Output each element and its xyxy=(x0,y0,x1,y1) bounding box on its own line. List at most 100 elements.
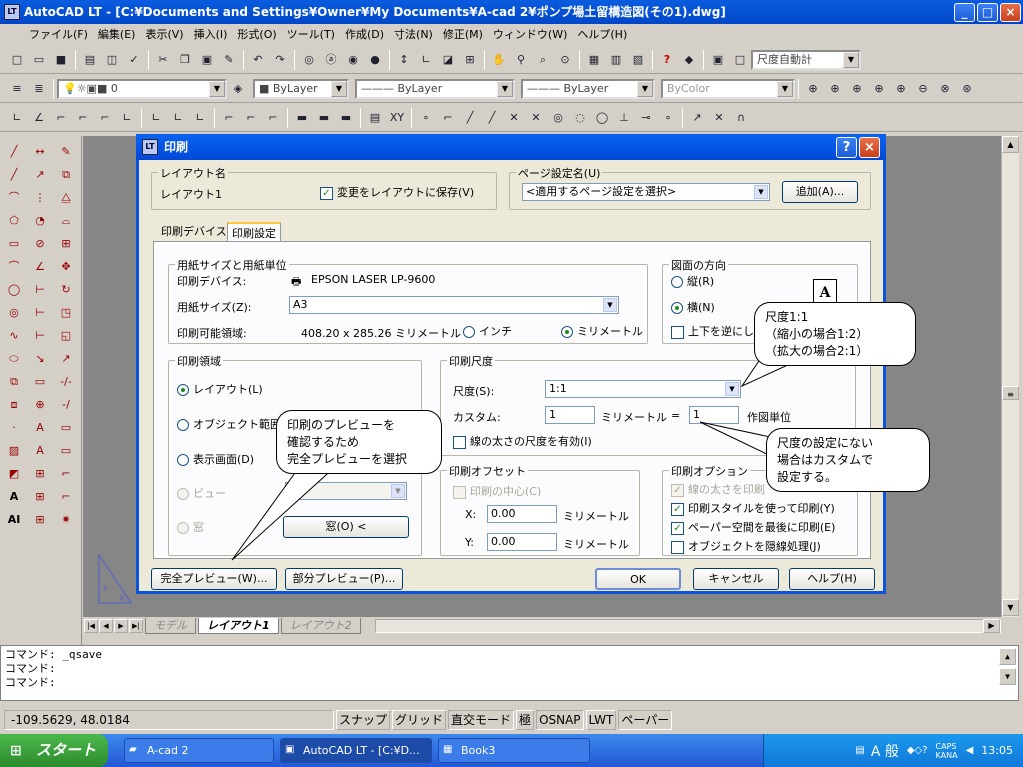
zoom-extents-icon[interactable]: ⊛ xyxy=(957,79,977,99)
osnap-tangent-icon[interactable]: ◌ xyxy=(570,108,590,128)
zoom-realtime-icon[interactable]: ⚲ xyxy=(511,50,531,70)
osnap-parallel-icon[interactable]: ⊥ xyxy=(614,108,634,128)
dim-update-icon[interactable]: ▬ xyxy=(336,108,356,128)
continue-dim-icon[interactable]: ∟ xyxy=(168,108,188,128)
mirror-icon[interactable]: ⧋ xyxy=(54,188,78,210)
pan-icon[interactable]: ✋ xyxy=(489,50,509,70)
layer-previous-icon[interactable]: ≣ xyxy=(29,79,49,99)
help-button[interactable]: ヘルプ(H) xyxy=(789,568,875,590)
display-radio[interactable]: 表示画面(D) xyxy=(177,451,254,467)
dimstyle-combo[interactable]: 尺度自動計 ▼ xyxy=(751,49,861,70)
dim-text-icon[interactable]: A xyxy=(28,441,52,463)
dim-angle-icon[interactable]: ∠ xyxy=(28,257,52,279)
explode-icon[interactable]: ✷ xyxy=(54,510,78,532)
design-center-icon[interactable]: ▥ xyxy=(606,50,626,70)
zoom-window-icon[interactable]: ⌕ xyxy=(533,50,553,70)
ortho-toggle[interactable]: 直交モード xyxy=(448,710,515,730)
radius-dim-icon[interactable]: ⌐ xyxy=(73,108,93,128)
osnap-quadrant-icon[interactable]: ◎ xyxy=(548,108,568,128)
dim-edit-icon[interactable]: ▬ xyxy=(292,108,312,128)
hatch-icon[interactable]: ▨ xyxy=(2,441,26,463)
y-offset-input[interactable]: 0.00 xyxy=(487,533,557,551)
stretch-icon[interactable]: ◱ xyxy=(54,326,78,348)
osnap-intersection-icon[interactable]: ╱ xyxy=(460,108,480,128)
cancel-button[interactable]: キャンセル xyxy=(693,568,779,590)
layer-manager-icon[interactable]: ≡ xyxy=(7,79,27,99)
help-icon[interactable]: ? xyxy=(657,50,677,70)
hide-objects-checkbox[interactable]: オブジェクトを隠線処理(J) xyxy=(671,538,821,554)
zoom-previous-icon[interactable]: ⊙ xyxy=(555,50,575,70)
zoom-dynamic-icon[interactable]: ⊕ xyxy=(825,79,845,99)
polar-toggle[interactable]: 極 xyxy=(516,710,535,730)
osnap-apparent-icon[interactable]: ╱ xyxy=(482,108,502,128)
dim-linear-icon[interactable]: ↔ xyxy=(28,142,52,164)
layer-combo[interactable]: 💡☼▣■ 0 ▼ xyxy=(57,78,227,99)
dim-diameter-icon[interactable]: ⊘ xyxy=(28,234,52,256)
command-window[interactable]: コマンド: _qsave コマンド: コマンド: ▲ ▼ xyxy=(0,645,1019,701)
scroll-down-button[interactable]: ▼ xyxy=(1002,599,1019,616)
move-icon[interactable]: ✥ xyxy=(54,257,78,279)
tool-palette-icon[interactable]: ▧ xyxy=(628,50,648,70)
minimize-button[interactable]: _ xyxy=(954,3,975,22)
layout-icon[interactable]: ▣ xyxy=(708,50,728,70)
start-button[interactable]: ⊞ スタート xyxy=(0,734,108,767)
partial-preview-button[interactable]: 部分プレビュー(P)... xyxy=(285,568,403,590)
dim-override-icon[interactable]: ⊞ xyxy=(28,510,52,532)
lengthen-icon[interactable]: ↗ xyxy=(54,349,78,371)
task-excel[interactable]: ▦ Book3 xyxy=(438,738,590,763)
diameter-dim-icon[interactable]: ⌐ xyxy=(95,108,115,128)
arc-icon[interactable]: ⌒ xyxy=(2,257,26,279)
redo-icon[interactable]: ↷ xyxy=(270,50,290,70)
cut-icon[interactable]: ✂ xyxy=(153,50,173,70)
menu-dimension[interactable]: 寸法(N) xyxy=(389,26,438,42)
spell-icon[interactable]: ✓ xyxy=(124,50,144,70)
keyboard-icon[interactable]: ▤ xyxy=(855,745,864,756)
donut-icon[interactable]: ◎ xyxy=(2,303,26,325)
trim-icon[interactable]: -/- xyxy=(54,372,78,394)
make-block-icon[interactable]: ⧈ xyxy=(2,395,26,417)
ucs-icon[interactable]: ∟ xyxy=(416,50,436,70)
polyline-icon[interactable]: ⌒ xyxy=(2,188,26,210)
zoom-all-icon[interactable]: ⊗ xyxy=(935,79,955,99)
dim-update-icon[interactable]: ⊞ xyxy=(28,464,52,486)
window-radio[interactable]: 窓 xyxy=(177,519,204,535)
circle-icon[interactable]: ◯ xyxy=(2,280,26,302)
snap-icon[interactable]: ↕ xyxy=(394,50,414,70)
erase-icon[interactable]: ✎ xyxy=(54,142,78,164)
leader-icon[interactable]: ⌐ xyxy=(219,108,239,128)
page-setup-select[interactable]: <適用するページ設定を選択> ▼ xyxy=(522,183,770,201)
task-autocad[interactable]: ▣ AutoCAD LT - [C:¥D... xyxy=(280,738,432,763)
horizontal-scrollbar[interactable]: ▶ xyxy=(374,619,1001,633)
save-to-layout-checkbox[interactable]: ✓ 変更をレイアウトに保存(V) xyxy=(320,184,474,200)
rotate-icon[interactable]: ↻ xyxy=(54,280,78,302)
dim-edit-icon[interactable]: A xyxy=(28,418,52,440)
menu-draw[interactable]: 作成(D) xyxy=(340,26,389,42)
copy-object-icon[interactable]: ⧉ xyxy=(54,165,78,187)
vertical-scrollbar[interactable]: ▲ ≡ ▼ xyxy=(1001,136,1019,617)
menu-file[interactable]: ファイル(F) xyxy=(24,26,93,42)
dim-baseline-icon[interactable]: ⊢ xyxy=(28,280,52,302)
extend-icon[interactable]: -/ xyxy=(54,395,78,417)
layout-radio[interactable]: レイアウト(L) xyxy=(177,381,263,397)
undo-icon[interactable]: ↶ xyxy=(248,50,268,70)
dim-text-edit-icon[interactable]: ▬ xyxy=(314,108,334,128)
new-icon[interactable]: □ xyxy=(7,50,27,70)
insert-block-icon[interactable]: ⧉ xyxy=(2,372,26,394)
menu-format[interactable]: 形式(O) xyxy=(232,26,281,42)
scroll-right-button[interactable]: ▶ xyxy=(983,619,1000,633)
ordinate-dim-icon[interactable]: ⌐ xyxy=(51,108,71,128)
offset-icon[interactable]: ⌓ xyxy=(54,211,78,233)
point-icon[interactable]: · xyxy=(2,418,26,440)
custom-paper-input[interactable]: 1 xyxy=(545,406,595,424)
tab-prev-icon[interactable]: ◀ xyxy=(99,619,113,633)
plotstyle-combo[interactable]: ByColor ▼ xyxy=(661,78,795,99)
dim-style-icon[interactable]: ▤ xyxy=(365,108,385,128)
plot-lineweights-checkbox[interactable]: ✓ 線の太さを印刷 xyxy=(671,481,765,497)
properties-icon[interactable]: ▦ xyxy=(584,50,604,70)
dim-style-icon[interactable]: ⊞ xyxy=(28,487,52,509)
scale-lineweights-checkbox[interactable]: 線の太さの尺度を有効(I) xyxy=(453,433,592,449)
paste-icon[interactable]: ▣ xyxy=(197,50,217,70)
close-button[interactable]: × xyxy=(1000,3,1021,22)
osnap-midpoint-icon[interactable]: ⌐ xyxy=(438,108,458,128)
ellipse-icon[interactable]: ⬭ xyxy=(2,349,26,371)
